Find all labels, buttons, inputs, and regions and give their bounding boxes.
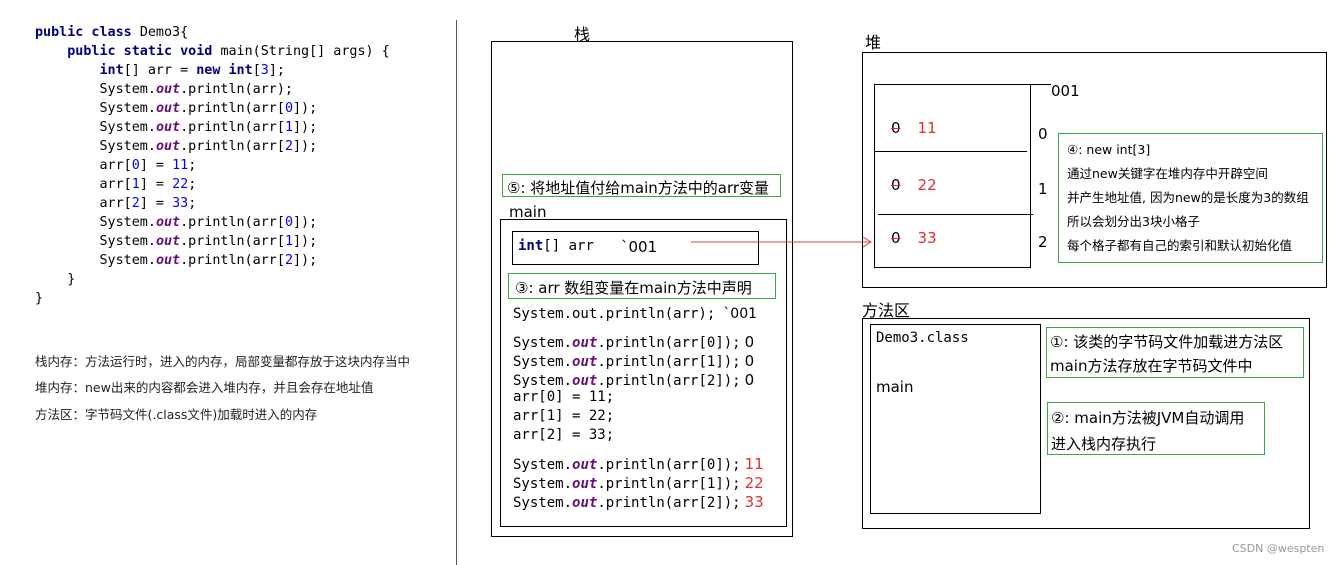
class-file-name: Demo3.class — [876, 330, 969, 346]
cell-divider-1 — [874, 151, 1027, 152]
array-address: 001 — [1051, 82, 1080, 100]
step2-note: ②: main方法被JVM自动调用 进入栈内存执行 — [1047, 402, 1265, 455]
note-line: ④: new int[3] — [1067, 142, 1151, 157]
new-value: 11 — [917, 119, 937, 137]
print-value: 22 — [744, 474, 764, 492]
arr-address: `001 — [621, 238, 658, 256]
print-value: 11 — [744, 455, 764, 473]
code-line: arr[1] = 22; — [35, 177, 197, 192]
watermark: CSDN @wespten — [1232, 542, 1325, 555]
code-line: System.out.println(arr[1]); — [35, 234, 318, 249]
cell-divider-2 — [878, 214, 1033, 215]
note-stack: 栈内存：方法运行时，进入的内存，局部变量都存放于这块内存当中 — [35, 354, 411, 369]
code-line: System.out.println(arr[2]); — [35, 253, 318, 268]
old-value: 0 — [891, 119, 901, 137]
print-line: System.out.println(arr[2]); 0 — [513, 371, 755, 389]
array-address-line — [1031, 84, 1051, 85]
step5-note: ⑤: 将地址值付给main方法中的arr变量 — [502, 174, 781, 197]
step3-text: ③: arr 数组变量在main方法中声明 — [515, 279, 752, 297]
code-line: System.out.println(arr[1]); — [35, 120, 318, 135]
note-method-area: 方法区：字节码文件(.class文件)加载时进入的内存 — [35, 407, 318, 422]
note-line: ①: 该类的字节码文件加载进方法区 — [1050, 333, 1284, 351]
note-line: 并产生地址值, 因为new的是长度为3的数组 — [1067, 190, 1309, 205]
arr-decl: int[] arr — [518, 238, 594, 254]
source-code: public class Demo3{ public static void m… — [35, 23, 390, 308]
print-arr-line: System.out.println(arr); `001 — [513, 306, 758, 322]
divider — [456, 20, 457, 565]
code-line: } — [35, 272, 76, 287]
print-value: 0 — [744, 333, 755, 351]
note-heap: 堆内存：new出来的内容都会进入堆内存，并且会存在地址值 — [35, 380, 374, 395]
arr-variable-box: int[] arr `001 — [512, 231, 759, 265]
print-line: System.out.println(arr[0]); 0 — [513, 333, 755, 351]
step1-note: ①: 该类的字节码文件加载进方法区 main方法存放在字节码文件中 — [1046, 327, 1304, 378]
print-line: System.out.println(arr[0]); 11 — [513, 455, 764, 473]
heap-cell: 0 11 — [888, 119, 937, 137]
cell-index: 0 — [1038, 125, 1048, 143]
code-line: public class Demo3{ — [35, 25, 189, 40]
note-line: ②: main方法被JVM自动调用 — [1051, 409, 1245, 427]
print-value: 33 — [744, 493, 764, 511]
code-line: arr[2] = 33; — [35, 196, 197, 211]
code-line: System.out.println(arr[2]); — [35, 139, 318, 154]
print-line: System.out.println(arr[2]); 33 — [513, 493, 764, 511]
heap-cell: 0 33 — [888, 229, 937, 247]
cell-index: 1 — [1038, 180, 1048, 198]
step4-note: ④: new int[3] 通过new关键字在堆内存中开辟空间并产生地址值, 因为… — [1058, 133, 1323, 263]
heap-cell: 0 22 — [888, 176, 937, 194]
code-line: public static void main(String[] args) { — [35, 44, 390, 59]
new-value: 33 — [917, 229, 937, 247]
note-line: main方法存放在字节码文件中 — [1050, 357, 1253, 375]
class-file-box — [870, 324, 1041, 514]
new-value: 22 — [917, 176, 937, 194]
note-line: 通过new关键字在堆内存中开辟空间 — [1067, 166, 1268, 181]
class-main-label: main — [876, 378, 914, 396]
assign-line: arr[1] = 22; — [513, 408, 615, 424]
print-arr-value: `001 — [723, 306, 758, 322]
code-line: arr[0] = 11; — [35, 158, 197, 173]
print-value: 0 — [744, 371, 755, 389]
cell-index: 2 — [1038, 233, 1048, 251]
heap-title: 堆 — [865, 33, 882, 52]
code-line: int[] arr = new int[3]; — [99, 63, 285, 78]
code-line: System.out.println(arr[0]); — [35, 215, 318, 230]
code-line: System.out.println(arr[0]); — [35, 101, 318, 116]
step3-note: ③: arr 数组变量在main方法中声明 — [508, 273, 776, 299]
note-line: 每个格子都有自己的索引和默认初始化值 — [1067, 238, 1293, 253]
print-value: 0 — [744, 352, 755, 370]
old-value: 0 — [891, 176, 901, 194]
print-line: System.out.println(arr[1]); 0 — [513, 352, 755, 370]
assign-line: arr[0] = 11; — [513, 389, 615, 405]
note-line: 进入栈内存执行 — [1051, 435, 1157, 453]
old-value: 0 — [891, 229, 901, 247]
code-line: System.out.println(arr); — [35, 82, 293, 97]
assign-line: arr[2] = 33; — [513, 427, 615, 443]
code-line: } — [35, 291, 44, 306]
print-line: System.out.println(arr[1]); 22 — [513, 474, 764, 492]
step5-text: ⑤: 将地址值付给main方法中的arr变量 — [507, 179, 770, 197]
note-line: 所以会划分出3块小格子 — [1067, 214, 1200, 229]
